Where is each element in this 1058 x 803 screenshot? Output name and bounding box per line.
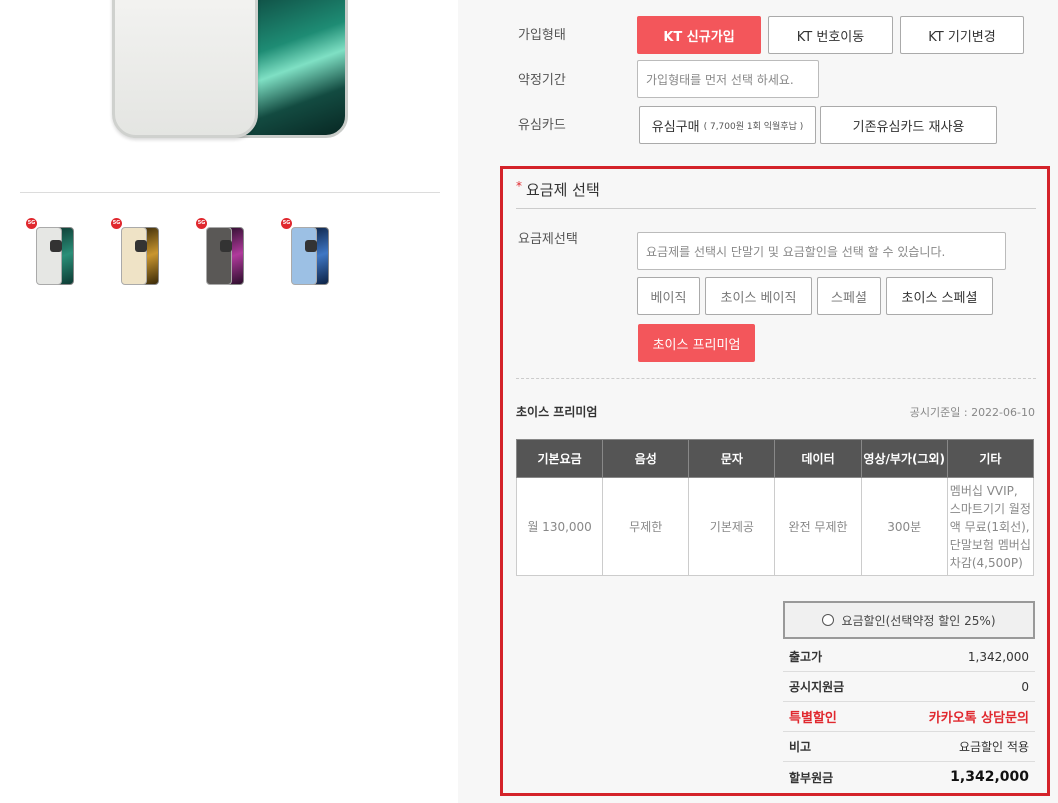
table-cell-voice: 무제한 — [602, 477, 690, 576]
main-product-image — [110, 0, 350, 140]
table-header: 영상/부가(그외) — [860, 439, 948, 478]
contract-label: 약정기간 — [518, 73, 566, 88]
price-row-subsidy: 공시지원금 0 — [783, 672, 1035, 702]
plan-detail-table: 기본요금 음성 문자 데이터 영상/부가(그외) 기타 월 130,000 무제… — [515, 439, 1035, 576]
join-new-button[interactable]: KT 신규가입 — [637, 16, 761, 54]
order-panel: 가입형태 KT 신규가입 KT 번호이동 KT 기기변경 약정기간 가입형태를 … — [458, 0, 1058, 803]
table-header: 문자 — [688, 439, 776, 478]
price-key: 할부원금 — [789, 770, 834, 785]
camera-icon — [50, 240, 62, 252]
price-row-installment: 할부원금 1,342,000 — [783, 762, 1035, 792]
price-row-remark: 비고 요금할인 적용 — [783, 732, 1035, 762]
thumbnail-graphite[interactable]: 5G — [196, 218, 256, 290]
join-port-button[interactable]: KT 번호이동 — [768, 16, 893, 54]
table-header: 기타 — [946, 439, 1035, 478]
thumbnail-front — [36, 227, 62, 285]
price-value: 1,342,000 — [950, 769, 1029, 785]
radio-icon[interactable] — [822, 614, 835, 626]
table-row: 월 130,000 무제한 기본제공 완전 무제한 300분 멤버십 VVIP,… — [515, 477, 1035, 576]
plan-section-title: * 요금제 선택 — [516, 179, 600, 200]
rate-discount-option[interactable]: 요금할인(선택약정 할인 25%) — [783, 601, 1035, 639]
thumbnail-front — [121, 227, 147, 285]
price-value: 1,342,000 — [967, 649, 1029, 664]
price-row-release: 출고가 1,342,000 — [783, 642, 1035, 672]
rate-discount-label: 요금할인(선택약정 할인 25%) — [841, 613, 996, 628]
plan-special-button[interactable]: 스페셜 — [817, 277, 881, 315]
table-cell-etc: 멤버십 VVIP, 스마트기기 월정액 무료(1회선), 단말보험 멤버십 차감… — [946, 477, 1035, 576]
5g-badge: 5G — [26, 218, 37, 229]
table-cell-base-fee: 월 130,000 — [515, 477, 604, 576]
plan-section-title-text: 요금제 선택 — [526, 181, 600, 199]
join-type-label: 가입형태 — [518, 28, 566, 43]
price-value: 0 — [1021, 679, 1029, 694]
usim-buy-note: ( 7,700원 1회 익월후납 ) — [703, 121, 804, 132]
plan-select[interactable]: 요금제를 선택시 단말기 및 요금할인을 선택 할 수 있습니다. — [637, 232, 1006, 270]
table-cell-data: 완전 무제한 — [774, 477, 862, 576]
title-divider — [516, 208, 1036, 209]
5g-badge: 5G — [111, 218, 122, 229]
table-header: 기본요금 — [515, 439, 604, 478]
table-header: 음성 — [602, 439, 690, 478]
table-header-row: 기본요금 음성 문자 데이터 영상/부가(그외) 기타 — [515, 439, 1035, 478]
camera-icon — [135, 240, 147, 252]
kakaotalk-consult-link[interactable]: 카카오톡 상담문의 — [929, 707, 1029, 726]
table-cell-sms: 기본제공 — [688, 477, 776, 576]
price-key: 특별할인 — [789, 711, 837, 726]
join-change-button[interactable]: KT 기기변경 — [900, 16, 1024, 54]
thumbnail-front — [206, 227, 232, 285]
required-star-icon: * — [516, 179, 522, 193]
plan-select-label: 요금제선택 — [518, 232, 578, 247]
selected-plan-name: 초이스 프리미엄 — [516, 405, 598, 419]
plan-choice-premium-button[interactable]: 초이스 프리미엄 — [638, 324, 755, 362]
plan-selection-section: * 요금제 선택 요금제선택 요금제를 선택시 단말기 및 요금할인을 선택 할 … — [500, 166, 1050, 796]
thumbnail-front — [291, 227, 317, 285]
camera-icon — [220, 240, 232, 252]
notice-date: 공시기준일 : 2022-06-10 — [909, 406, 1035, 419]
plan-basic-button[interactable]: 베이직 — [637, 277, 700, 315]
dashed-divider — [516, 378, 1036, 379]
phone-front-image — [112, 0, 258, 138]
5g-badge: 5G — [196, 218, 207, 229]
usim-label: 유심카드 — [518, 118, 566, 133]
price-key: 출고가 — [789, 650, 823, 664]
table-header: 데이터 — [774, 439, 862, 478]
thumbnail-silver[interactable]: 5G — [26, 218, 86, 290]
thumbnail-sierra-blue[interactable]: 5G — [281, 218, 341, 290]
plan-choice-special-button[interactable]: 초이스 스페셜 — [886, 277, 993, 315]
camera-icon — [305, 240, 317, 252]
price-value: 요금할인 적용 — [958, 740, 1029, 754]
5g-badge: 5G — [281, 218, 292, 229]
image-divider — [20, 192, 440, 193]
price-key: 비고 — [789, 740, 812, 754]
contract-select[interactable]: 가입형태를 먼저 선택 하세요. — [637, 60, 819, 98]
price-row-special-discount: 특별할인 카카오톡 상담문의 — [783, 702, 1035, 732]
product-image-panel: 5G 5G 5G 5G — [0, 0, 458, 803]
table-cell-video: 300분 — [860, 477, 948, 576]
plan-choice-basic-button[interactable]: 초이스 베이직 — [705, 277, 812, 315]
usim-buy-label: 유심구매 — [651, 119, 700, 135]
price-key: 공시지원금 — [789, 680, 845, 694]
usim-buy-button[interactable]: 유심구매 ( 7,700원 1회 익월후납 ) — [639, 106, 816, 144]
thumbnail-gold[interactable]: 5G — [111, 218, 171, 290]
usim-reuse-button[interactable]: 기존유심카드 재사용 — [820, 106, 997, 144]
